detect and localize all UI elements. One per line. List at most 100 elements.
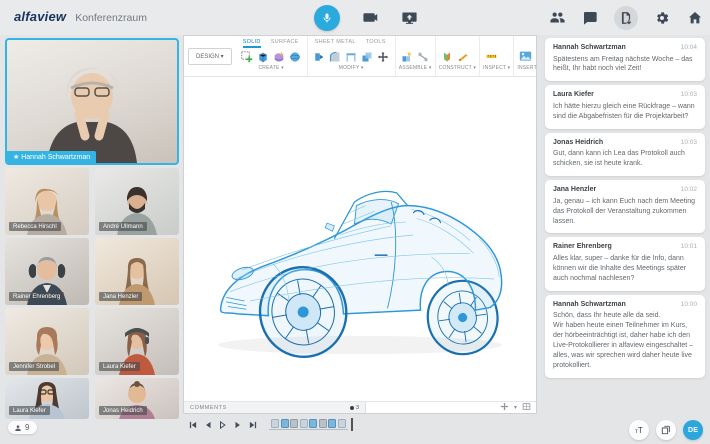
timeline-skip-start-button[interactable] (186, 418, 199, 431)
cad-group-modify[interactable]: MODIFY ▾ (311, 65, 392, 73)
participant-count[interactable]: 9 (8, 421, 37, 434)
top-bar: alfaview Konferenzraum (0, 0, 710, 35)
copy-transcript-button[interactable] (656, 420, 676, 440)
copy-icon (661, 425, 671, 435)
video-tile-featured[interactable]: ★ Hannah Schwartzman (5, 38, 179, 165)
person-icon (14, 424, 22, 432)
timeline-step-forward-button[interactable] (231, 418, 244, 431)
chat-message: Rainer Ehrenberg10:01 Alles klar, super … (545, 237, 705, 290)
participant-name-badge: Laura Kiefer (99, 362, 140, 371)
video-tile[interactable]: Jana Henzler (95, 238, 179, 305)
chat-message: Jonas Heidrich10:03 Gut, dann kann ich L… (545, 133, 705, 176)
participant-video (17, 58, 167, 163)
plane-icon[interactable] (441, 50, 454, 63)
video-tile[interactable]: Jennifer Strobel (5, 308, 89, 375)
participant-name-badge: Jana Henzler (99, 292, 142, 301)
chat-message: Hannah Schwartzman10:00 Schön, dass Ihr … (545, 295, 705, 378)
text-size-button[interactable]: тT (629, 420, 649, 440)
wireframe-car-model (195, 116, 525, 376)
text-size-icon: тT (635, 426, 643, 435)
measure-icon[interactable] (485, 50, 498, 63)
screenshare-window[interactable]: DESIGN ▾ SOLID SURFACE CREATE ▾ SHEET ME… (183, 35, 537, 414)
chat-timestamp: 10:03 (681, 91, 697, 98)
cad-tab-solid[interactable]: SOLID (243, 39, 261, 46)
video-tile[interactable]: Jonas Heidrich (95, 378, 179, 419)
timeline-feature-chip[interactable] (328, 419, 336, 428)
pan-icon[interactable] (500, 402, 509, 413)
video-tile[interactable]: Laura Kiefer (5, 378, 89, 419)
chat-button[interactable] (581, 9, 599, 27)
screen-share-button[interactable] (400, 9, 418, 27)
timeline-feature-chip[interactable] (319, 419, 327, 428)
microphone-icon (321, 12, 333, 24)
timeline-feature-chip[interactable] (271, 419, 279, 428)
timeline-feature-chip[interactable] (281, 419, 289, 428)
shell-icon[interactable] (345, 50, 358, 63)
corner-caret-icon[interactable]: ▾ (514, 404, 517, 411)
participant-count-value: 9 (25, 423, 29, 432)
cad-group-assemble[interactable]: ASSEMBLE ▾ (399, 65, 432, 73)
chat-message: Hannah Schwartzman10:04 Spätestens am Fr… (545, 38, 705, 81)
cad-modify-tools (311, 48, 392, 65)
timeline-feature-chip[interactable] (290, 419, 298, 428)
revolve-icon[interactable] (273, 50, 286, 63)
timeline-skip-end-button[interactable] (246, 418, 259, 431)
cad-tab-tools[interactable]: TOOLS (366, 39, 386, 45)
move-icon[interactable] (377, 50, 390, 63)
live-protocol-button[interactable] (614, 6, 638, 30)
axis-icon[interactable] (457, 50, 470, 63)
cad-viewport[interactable] (184, 78, 536, 401)
timeline-feature-chip[interactable] (309, 419, 317, 428)
participant-name-badge: André Ullmann (99, 222, 147, 231)
grid-display-icon[interactable] (522, 402, 531, 413)
chat-author: Rainer Ehrenberg (553, 243, 681, 250)
insert-image-icon[interactable] (519, 50, 532, 63)
video-tile[interactable]: Rebecca Hirschl (5, 168, 89, 235)
brand: alfaview Konferenzraum (14, 9, 147, 24)
language-button[interactable]: DE (683, 420, 703, 440)
cad-group-inspect[interactable]: INSPECT ▾ (483, 65, 510, 73)
settings-button[interactable] (653, 9, 671, 27)
new-component-icon[interactable] (401, 50, 414, 63)
cad-bottom-bar: COMMENTS 3 ▾ (184, 401, 536, 413)
timeline-feature-chip[interactable] (338, 419, 346, 428)
cad-create-tools (239, 48, 304, 65)
video-tile[interactable]: Rainer Ehrenberg (5, 238, 89, 305)
camera-button[interactable] (361, 9, 379, 27)
timeline-step-back-button[interactable] (201, 418, 214, 431)
combine-icon[interactable] (361, 50, 374, 63)
create-sketch-icon[interactable] (241, 50, 254, 63)
cad-timeline (186, 418, 353, 431)
cad-inspect-tools (483, 48, 510, 65)
chat-text: Ich hätte hierzu gleich eine Rückfrage –… (553, 102, 697, 122)
cad-group-create[interactable]: CREATE ▾ (239, 65, 304, 73)
microphone-button[interactable] (314, 5, 340, 31)
chat-timestamp: 10:04 (681, 44, 697, 51)
sphere-icon[interactable] (289, 50, 302, 63)
cad-tab-surface[interactable]: SURFACE (271, 39, 299, 45)
cad-group-insert[interactable]: INSERT (517, 65, 536, 73)
comments-count: 3 (350, 405, 359, 411)
comments-panel[interactable]: COMMENTS 3 (184, 402, 366, 413)
timeline-position-marker[interactable] (351, 418, 353, 431)
fillet-icon[interactable] (329, 50, 342, 63)
cad-group-construct[interactable]: CONSTRUCT ▾ (439, 65, 476, 73)
chat-text: Ja, genau – ich kann Euch nach dem Meeti… (553, 197, 697, 227)
home-button[interactable] (686, 9, 704, 27)
joint-icon[interactable] (417, 50, 430, 63)
chat-text: Spätestens am Freitag nächste Woche – da… (553, 55, 697, 75)
participant-name-badge: Jonas Heidrich (99, 406, 147, 415)
chat-author: Jonas Heidrich (553, 139, 681, 146)
press-pull-icon[interactable] (313, 50, 326, 63)
cad-design-menu[interactable]: DESIGN ▾ (188, 48, 232, 65)
participants-button[interactable] (548, 9, 566, 27)
extrude-icon[interactable] (257, 50, 270, 63)
timeline-play-button[interactable] (216, 418, 229, 431)
cad-construct-tools (439, 48, 476, 65)
timeline-feature-chip[interactable] (300, 419, 308, 428)
video-tile[interactable]: André Ullmann (95, 168, 179, 235)
timeline-feature-track[interactable] (269, 419, 348, 430)
cad-tab-sheet-metal[interactable]: SHEET METAL (315, 39, 356, 45)
video-tile[interactable]: Laura Kiefer (95, 308, 179, 375)
participant-name-badge: Rainer Ehrenberg (9, 292, 64, 301)
